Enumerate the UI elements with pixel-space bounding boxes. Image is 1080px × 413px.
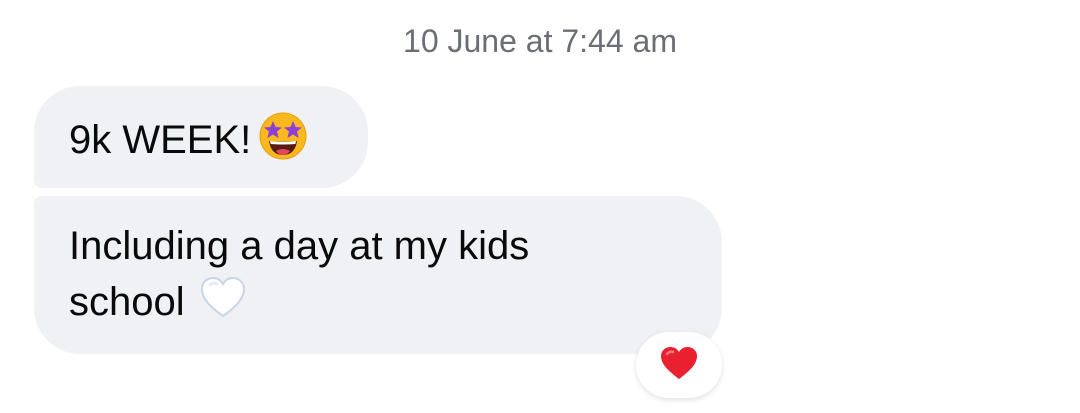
message-text: school <box>69 280 185 324</box>
white-heart-icon <box>199 275 247 334</box>
message-bubble[interactable]: 9k WEEK! <box>34 86 368 188</box>
red-heart-icon <box>659 345 699 386</box>
message-timestamp: 10 June at 7:44 am <box>403 23 677 59</box>
star-struck-icon <box>257 109 309 176</box>
message-text-line: Including a day at my kids <box>69 224 530 268</box>
message-bubble[interactable]: Including a day at my kids school <box>34 196 722 354</box>
message-text: 9k WEEK! <box>69 118 252 163</box>
message-reaction[interactable] <box>636 332 722 398</box>
message-text-line: school <box>69 274 692 334</box>
